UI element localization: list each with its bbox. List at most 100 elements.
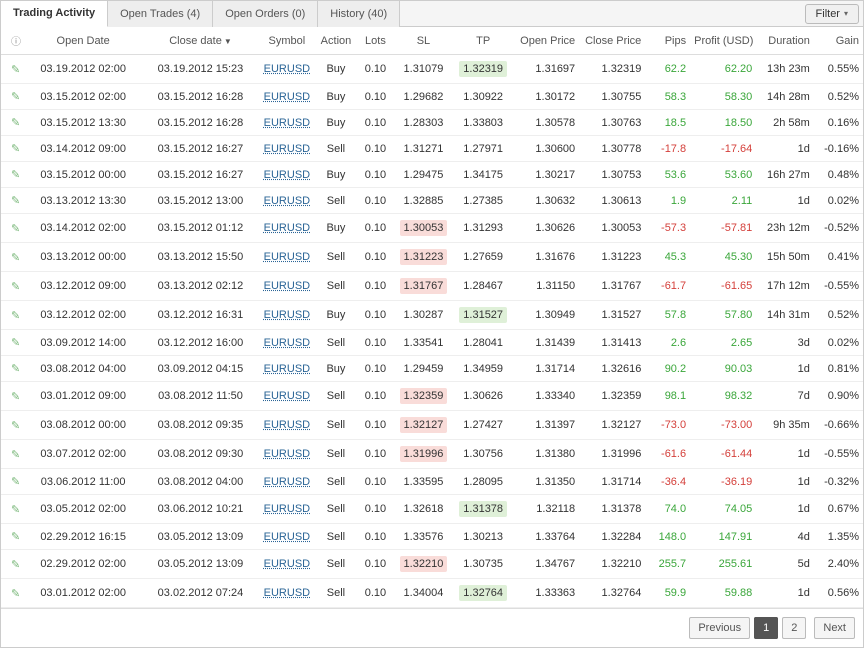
cell-open-price: 1.31397 [513, 411, 579, 440]
cell-sl: 1.30053 [394, 214, 454, 243]
edit-icon[interactable]: ✎ [5, 143, 20, 155]
cell-sl: 1.31271 [394, 136, 454, 162]
table-row: ✎03.12.2012 02:0003.12.2012 16:31EURUSDB… [1, 301, 863, 330]
cell-pips: -61.7 [645, 272, 690, 301]
cell-duration: 1d [756, 356, 814, 382]
cell-profit: -61.44 [690, 440, 756, 469]
edit-icon[interactable]: ✎ [5, 476, 20, 488]
edit-icon[interactable]: ✎ [5, 391, 20, 403]
col-open-date[interactable]: Open Date [24, 27, 141, 55]
cell-symbol[interactable]: EURUSD [259, 579, 314, 608]
edit-icon[interactable]: ✎ [5, 252, 20, 264]
cell-duration: 14h 31m [756, 301, 814, 330]
cell-symbol[interactable]: EURUSD [259, 84, 314, 110]
cell-symbol[interactable]: EURUSD [259, 110, 314, 136]
col-profit[interactable]: Profit (USD) [690, 27, 756, 55]
cell-symbol[interactable]: EURUSD [259, 272, 314, 301]
cell-gain: 0.16% [814, 110, 863, 136]
cell-symbol[interactable]: EURUSD [259, 162, 314, 188]
col-open-price[interactable]: Open Price [513, 27, 579, 55]
col-lots[interactable]: Lots [357, 27, 393, 55]
cell-open-price: 1.31439 [513, 330, 579, 356]
cell-gain: 1.35% [814, 524, 863, 550]
col-gain[interactable]: Gain [814, 27, 863, 55]
cell-close-price: 1.32210 [579, 550, 645, 579]
edit-icon[interactable]: ✎ [5, 91, 20, 103]
cell-close-date: 03.15.2012 16:27 [142, 162, 259, 188]
cell-symbol[interactable]: EURUSD [259, 243, 314, 272]
cell-sl: 1.29459 [394, 356, 454, 382]
col-symbol[interactable]: Symbol [259, 27, 314, 55]
cell-symbol[interactable]: EURUSD [259, 301, 314, 330]
cell-open-price: 1.30217 [513, 162, 579, 188]
edit-icon[interactable]: ✎ [5, 64, 20, 76]
cell-symbol[interactable]: EURUSD [259, 214, 314, 243]
col-sl[interactable]: SL [394, 27, 454, 55]
edit-icon[interactable]: ✎ [5, 117, 20, 129]
prev-button[interactable]: Previous [689, 617, 750, 639]
cell-profit: 45.30 [690, 243, 756, 272]
tab-3[interactable]: History (40) [318, 1, 400, 27]
cell-symbol[interactable]: EURUSD [259, 440, 314, 469]
cell-symbol[interactable]: EURUSD [259, 55, 314, 84]
edit-icon[interactable]: ✎ [5, 559, 20, 571]
tab-0[interactable]: Trading Activity [1, 1, 108, 27]
cell-duration: 2h 58m [756, 110, 814, 136]
cell-duration: 14h 28m [756, 84, 814, 110]
col-duration[interactable]: Duration [756, 27, 814, 55]
cell-symbol[interactable]: EURUSD [259, 495, 314, 524]
table-row: ✎03.19.2012 02:0003.19.2012 15:23EURUSDB… [1, 55, 863, 84]
info-icon[interactable]: ⓘ [5, 37, 21, 48]
col-close-date[interactable]: Close date▼ [142, 27, 259, 55]
cell-symbol[interactable]: EURUSD [259, 356, 314, 382]
edit-icon[interactable]: ✎ [5, 363, 20, 375]
edit-icon[interactable]: ✎ [5, 169, 20, 181]
edit-icon[interactable]: ✎ [5, 281, 20, 293]
edit-icon[interactable]: ✎ [5, 195, 20, 207]
cell-profit: 59.88 [690, 579, 756, 608]
filter-button[interactable]: Filter [805, 4, 859, 24]
cell-symbol[interactable]: EURUSD [259, 188, 314, 214]
cell-profit: 58.30 [690, 84, 756, 110]
col-pips[interactable]: Pips [645, 27, 690, 55]
cell-symbol[interactable]: EURUSD [259, 330, 314, 356]
cell-duration: 15h 50m [756, 243, 814, 272]
cell-close-date: 03.15.2012 16:27 [142, 136, 259, 162]
edit-icon[interactable]: ✎ [5, 337, 20, 349]
cell-open-date: 03.12.2012 02:00 [24, 301, 141, 330]
cell-gain: 0.55% [814, 55, 863, 84]
edit-icon[interactable]: ✎ [5, 223, 20, 235]
col-close-price[interactable]: Close Price [579, 27, 645, 55]
page-2[interactable]: 2 [782, 617, 806, 639]
cell-symbol[interactable]: EURUSD [259, 136, 314, 162]
cell-action: Sell [315, 440, 358, 469]
edit-icon[interactable]: ✎ [5, 420, 20, 432]
col-tp[interactable]: TP [453, 27, 513, 55]
cell-sl: 1.29682 [394, 84, 454, 110]
tab-1[interactable]: Open Trades (4) [108, 1, 213, 27]
cell-close-date: 03.05.2012 13:09 [142, 524, 259, 550]
cell-sl: 1.32359 [394, 382, 454, 411]
cell-symbol[interactable]: EURUSD [259, 411, 314, 440]
cell-action: Sell [315, 469, 358, 495]
page-1[interactable]: 1 [754, 617, 778, 639]
edit-icon[interactable]: ✎ [5, 531, 20, 543]
cell-sl: 1.30287 [394, 301, 454, 330]
tab-2[interactable]: Open Orders (0) [213, 1, 318, 27]
cell-profit: 147.91 [690, 524, 756, 550]
cell-symbol[interactable]: EURUSD [259, 469, 314, 495]
table-row: ✎03.08.2012 00:0003.08.2012 09:35EURUSDS… [1, 411, 863, 440]
cell-profit: 2.11 [690, 188, 756, 214]
cell-duration: 13h 23m [756, 55, 814, 84]
cell-pips: 2.6 [645, 330, 690, 356]
col-action[interactable]: Action [315, 27, 358, 55]
edit-icon[interactable]: ✎ [5, 588, 20, 600]
cell-symbol[interactable]: EURUSD [259, 550, 314, 579]
edit-icon[interactable]: ✎ [5, 504, 20, 516]
edit-icon[interactable]: ✎ [5, 449, 20, 461]
cell-symbol[interactable]: EURUSD [259, 382, 314, 411]
edit-icon[interactable]: ✎ [5, 310, 20, 322]
next-button[interactable]: Next [814, 617, 855, 639]
cell-lots: 0.10 [357, 469, 393, 495]
cell-symbol[interactable]: EURUSD [259, 524, 314, 550]
